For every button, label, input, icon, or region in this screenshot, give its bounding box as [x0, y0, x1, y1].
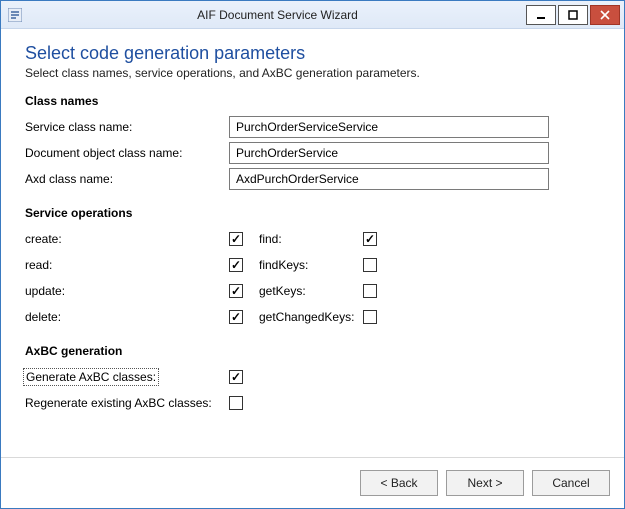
titlebar: AIF Document Service Wizard [1, 1, 624, 29]
page-title: Select code generation parameters [25, 43, 600, 64]
page-subtitle: Select class names, service operations, … [25, 66, 600, 80]
window-buttons [526, 1, 624, 28]
check-generate-axbc[interactable] [229, 370, 243, 384]
label-service-class: Service class name: [25, 120, 229, 134]
close-button[interactable] [590, 5, 620, 25]
section-axbc: AxBC generation [25, 344, 600, 358]
minimize-button[interactable] [526, 5, 556, 25]
label-regenerate-axbc: Regenerate existing AxBC classes: [25, 396, 229, 410]
label-read: read: [25, 258, 229, 272]
label-update: update: [25, 284, 229, 298]
row-service-class: Service class name: [25, 114, 600, 140]
row-generate-axbc: Generate AxBC classes: [25, 364, 600, 390]
label-find: find: [259, 232, 363, 246]
label-findkeys: findKeys: [259, 258, 363, 272]
check-read[interactable] [229, 258, 243, 272]
input-service-class[interactable] [229, 116, 549, 138]
check-create[interactable] [229, 232, 243, 246]
back-button[interactable]: < Back [360, 470, 438, 496]
label-axd-class: Axd class name: [25, 172, 229, 186]
check-getkeys[interactable] [363, 284, 377, 298]
ops-row-0: create: find: [25, 226, 600, 252]
app-icon [1, 1, 29, 28]
label-generate-axbc: Generate AxBC classes: [25, 370, 229, 384]
ops-row-1: read: findKeys: [25, 252, 600, 278]
row-axd-class: Axd class name: [25, 166, 600, 192]
label-create: create: [25, 232, 229, 246]
check-findkeys[interactable] [363, 258, 377, 272]
check-find[interactable] [363, 232, 377, 246]
ops-row-3: delete: getChangedKeys: [25, 304, 600, 330]
label-delete: delete: [25, 310, 229, 324]
check-delete[interactable] [229, 310, 243, 324]
row-regenerate-axbc: Regenerate existing AxBC classes: [25, 390, 600, 416]
ops-row-2: update: getKeys: [25, 278, 600, 304]
input-document-class[interactable] [229, 142, 549, 164]
window-title: AIF Document Service Wizard [29, 8, 526, 22]
next-button[interactable]: Next > [446, 470, 524, 496]
check-update[interactable] [229, 284, 243, 298]
maximize-button[interactable] [558, 5, 588, 25]
wizard-content: Select code generation parameters Select… [1, 29, 624, 457]
section-service-ops: Service operations [25, 206, 600, 220]
check-getchangedkeys[interactable] [363, 310, 377, 324]
label-getkeys: getKeys: [259, 284, 363, 298]
section-class-names: Class names [25, 94, 600, 108]
input-axd-class[interactable] [229, 168, 549, 190]
wizard-footer: < Back Next > Cancel [1, 457, 624, 508]
label-document-class: Document object class name: [25, 146, 229, 160]
row-document-class: Document object class name: [25, 140, 600, 166]
check-regenerate-axbc[interactable] [229, 396, 243, 410]
wizard-window: AIF Document Service Wizard Select code … [0, 0, 625, 509]
cancel-button[interactable]: Cancel [532, 470, 610, 496]
label-getchangedkeys: getChangedKeys: [259, 310, 363, 324]
